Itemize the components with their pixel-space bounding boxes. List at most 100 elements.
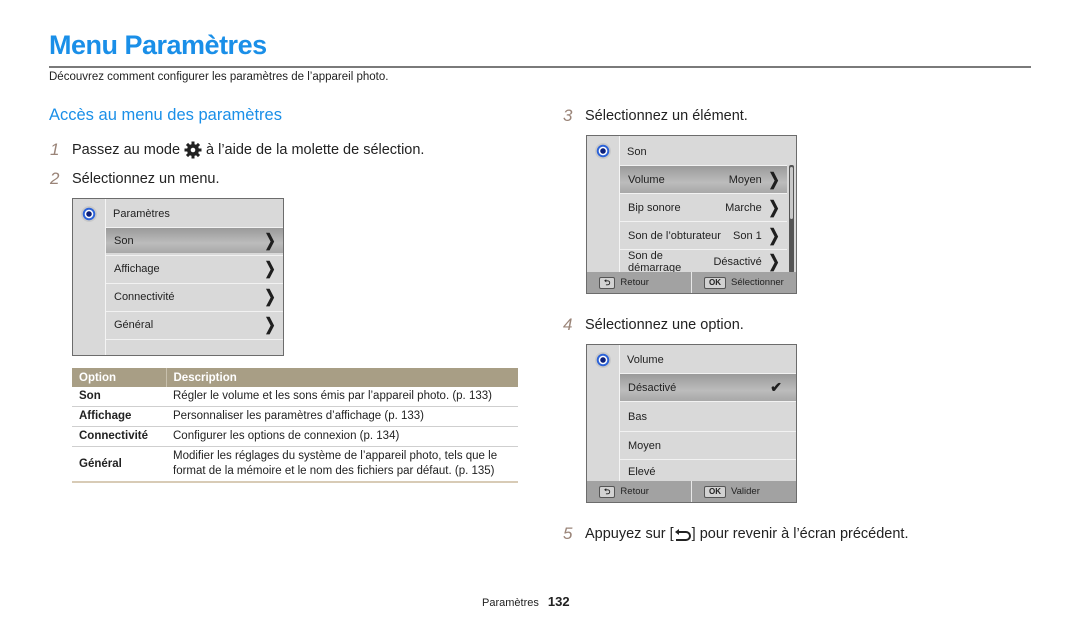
menu-empty-row <box>106 339 283 355</box>
step-4: 4 Sélectionnez une option. <box>563 315 744 335</box>
screen-left-column <box>587 136 620 293</box>
option-label: Moyen <box>628 439 662 452</box>
back-label: Retour <box>620 277 649 288</box>
menu-item-affichage[interactable]: Affichage ❯ <box>106 255 283 281</box>
back-arrow-icon: ⮌ <box>599 485 616 498</box>
column-header-option: Option <box>72 368 166 387</box>
settings-icon <box>81 206 97 222</box>
step-text: Passez au mode <box>72 142 181 158</box>
step-number: 3 <box>563 106 573 125</box>
ok-button[interactable]: OK Sélectionner <box>691 272 796 293</box>
option-cell: Affichage <box>72 406 166 427</box>
section-title: Accès au menu des paramètres <box>49 106 282 124</box>
chevron-right-icon: ❯ <box>264 315 276 334</box>
ok-key-icon: OK <box>704 276 726 289</box>
screen-left-column <box>587 345 620 502</box>
step-text: Sélectionnez un menu. <box>72 171 220 187</box>
option-label: Elevé <box>628 465 656 478</box>
step-5: 5 Appuyez sur [ ] pour revenir à l’écran… <box>563 524 909 544</box>
screen-header: Volume <box>627 354 664 366</box>
step-number: 4 <box>563 315 573 334</box>
table-row: Affichage Personnaliser les paramètres d… <box>72 406 518 427</box>
screen-left-column <box>73 199 106 355</box>
step-text: Appuyez sur [ <box>585 526 674 542</box>
item-value: Désactivé <box>713 255 762 268</box>
menu-item-label: Général <box>114 318 154 331</box>
footer-section: Paramètres <box>482 597 539 609</box>
chevron-right-icon: ❯ <box>264 259 276 278</box>
description-cell: Modifier les réglages du système de l’ap… <box>166 446 518 483</box>
page-footer: Paramètres 132 <box>482 594 570 609</box>
step-1: 1 Passez au mode à l’aide de la molette … <box>50 140 424 160</box>
page-number: 132 <box>547 594 570 609</box>
step-number: 2 <box>50 169 60 188</box>
menu-item-son[interactable]: Son ❯ <box>106 227 283 253</box>
chevron-right-icon: ❯ <box>768 198 780 217</box>
page-title: Menu Paramètres <box>49 30 267 60</box>
option-label: Bas <box>628 410 647 423</box>
table-header-row: Option Description <box>72 368 518 387</box>
description-cell: Personnaliser les paramètres d’affichage… <box>166 406 518 427</box>
option-cell: Général <box>72 446 166 483</box>
option-label: Désactivé <box>628 381 677 394</box>
back-arrow-icon: ⮌ <box>599 276 616 289</box>
option-desactive[interactable]: Désactivé ✔ <box>620 373 796 401</box>
camera-screen-options: Volume Désactivé ✔ Bas Moyen Elevé ⮌ Ret… <box>586 344 797 503</box>
item-bip-sonore[interactable]: Bip sonore Marche ❯ <box>620 193 787 221</box>
ok-key-icon: OK <box>704 485 726 498</box>
menu-item-label: Son <box>114 234 134 247</box>
back-label: Retour <box>620 486 649 497</box>
item-volume[interactable]: Volume Moyen ❯ <box>620 165 787 193</box>
table-row: Général Modifier les réglages du système… <box>72 446 518 483</box>
item-son-demarrage[interactable]: Son de démarrage Désactivé ❯ <box>620 249 787 274</box>
step-number: 1 <box>50 140 60 159</box>
chevron-right-icon: ❯ <box>768 252 780 271</box>
step-2: 2 Sélectionnez un menu. <box>50 169 220 189</box>
ok-label: Sélectionner <box>731 277 784 288</box>
camera-screen-items: Son Volume Moyen ❯ Bip sonore Marche ❯ S… <box>586 135 797 294</box>
back-button[interactable]: ⮌ Retour <box>587 481 691 502</box>
item-label: Bip sonore <box>628 201 681 214</box>
description-cell: Régler le volume et les sons émis par l’… <box>166 387 518 407</box>
option-cell: Connectivité <box>72 426 166 447</box>
column-header-description: Description <box>165 368 518 387</box>
screen-header: Paramètres <box>113 208 170 220</box>
checkmark-icon: ✔ <box>770 379 782 395</box>
screen-bottom-bar: ⮌ Retour OK Sélectionner <box>587 272 796 293</box>
settings-gear-icon <box>184 141 202 159</box>
chevron-right-icon: ❯ <box>768 170 780 189</box>
scrollbar-thumb[interactable] <box>790 167 793 219</box>
step-text: Sélectionnez une option. <box>585 317 744 333</box>
back-button[interactable]: ⮌ Retour <box>587 272 691 293</box>
intro-text: Découvrez comment configurer les paramèt… <box>49 71 389 83</box>
option-bas[interactable]: Bas <box>620 401 796 431</box>
table-row: Son Régler le volume et les sons émis pa… <box>72 387 518 407</box>
item-son-obturateur[interactable]: Son de l’obturateur Son 1 ❯ <box>620 221 787 249</box>
step-3: 3 Sélectionnez un élément. <box>563 106 748 126</box>
option-moyen[interactable]: Moyen <box>620 431 796 459</box>
title-divider <box>49 66 1031 68</box>
item-label: Son de démarrage <box>628 249 682 274</box>
menu-item-label: Connectivité <box>114 290 175 303</box>
chevron-right-icon: ❯ <box>264 287 276 306</box>
step-text-after: ] pour revenir à l’écran précédent. <box>691 526 909 542</box>
table-row: Connectivité Configurer les options de c… <box>72 426 518 447</box>
back-arrow-icon <box>674 527 692 541</box>
menu-item-general[interactable]: Général ❯ <box>106 311 283 337</box>
chevron-right-icon: ❯ <box>264 231 276 250</box>
step-text: Sélectionnez un élément. <box>585 108 748 124</box>
option-cell: Son <box>72 387 166 407</box>
item-label: Son de l’obturateur <box>628 229 721 242</box>
menu-item-label: Affichage <box>114 262 160 275</box>
ok-button[interactable]: OK Valider <box>691 481 796 502</box>
option-eleve[interactable]: Elevé <box>620 459 796 483</box>
screen-header: Son <box>627 146 647 158</box>
step-text-after: à l’aide de la molette de sélection. <box>206 142 425 158</box>
menu-item-connectivite[interactable]: Connectivité ❯ <box>106 283 283 309</box>
item-value: Moyen <box>728 173 762 186</box>
ok-label: Valider <box>731 486 760 497</box>
settings-icon <box>595 352 611 368</box>
camera-screen-menu: Paramètres Son ❯ Affichage ❯ Connectivit… <box>72 198 284 356</box>
screen-bottom-bar: ⮌ Retour OK Valider <box>587 481 796 502</box>
description-cell: Configurer les options de connexion (p. … <box>166 426 518 447</box>
